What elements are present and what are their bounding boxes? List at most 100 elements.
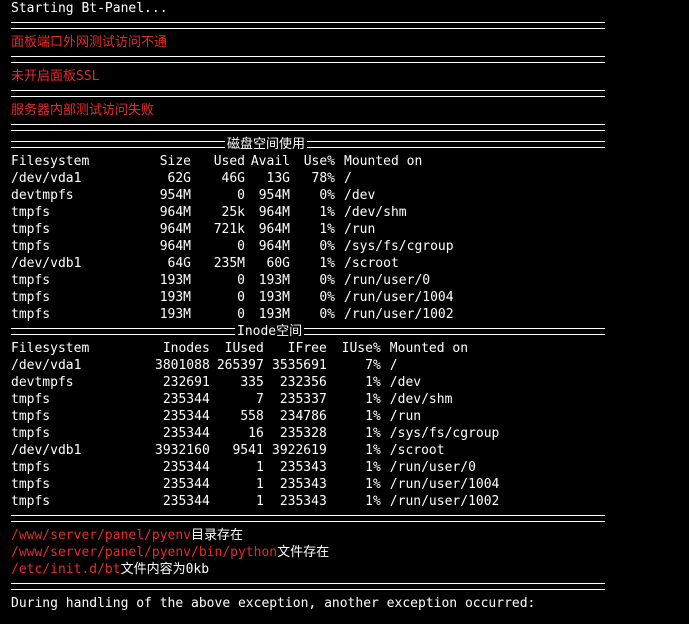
cell-iuse-percent: 7% — [365, 358, 381, 373]
header-used: Used — [213, 154, 245, 169]
cell-iuse-percent: 1% — [365, 460, 381, 475]
cell-ifree: 235337 — [279, 392, 327, 407]
cell-use-percent: 0% — [319, 273, 335, 288]
cell-iuse-percent: 1% — [365, 443, 381, 458]
cell-iuse-percent: 1% — [365, 494, 381, 509]
header-filesystem: Filesystem — [11, 154, 90, 169]
cell-filesystem: /dev/vdb1 — [11, 256, 82, 271]
disk-section-title: 磁盘空间使用 — [11, 136, 605, 153]
table-row: tmpfs 235344 1 235343 1% /run/user/0 — [11, 459, 499, 476]
cell-mounted-on: /scroot — [389, 443, 445, 458]
cell-inodes: 235344 — [162, 477, 210, 492]
pyenv-path: /www/server/panel/pyenv — [11, 528, 192, 543]
cell-mounted-on: /run/user/0 — [344, 273, 431, 288]
inode-header-row: Filesystem Inodes IUsed IFree IUse% Moun… — [11, 340, 499, 357]
cell-inodes: 235344 — [162, 460, 210, 475]
inode-section-title: Inode空间 — [11, 323, 605, 340]
cell-mounted-on: /dev — [389, 375, 422, 390]
pyenv-status: 目录存在 — [191, 528, 244, 543]
cell-size: 193M — [159, 307, 191, 322]
cell-inodes: 235344 — [162, 494, 210, 509]
header-mounted-on: Mounted on — [344, 154, 423, 169]
cell-use-percent: 78% — [311, 171, 335, 186]
disk-title-text: 磁盘空间使用 — [227, 137, 306, 152]
cell-used: 0 — [237, 307, 245, 322]
header-iuse-percent: IUse% — [341, 341, 381, 356]
cell-mounted-on: /run — [389, 409, 422, 424]
table-row: tmpfs 964M 25k 964M 1% /dev/shm — [11, 204, 454, 221]
cell-size: 964M — [159, 239, 191, 254]
cell-filesystem: /dev/vda1 — [11, 171, 82, 186]
header-avail: Avail — [250, 154, 290, 169]
cell-ifree: 235328 — [279, 426, 327, 441]
cell-mounted-on: /scroot — [344, 256, 399, 271]
cell-filesystem: tmpfs — [11, 460, 51, 475]
table-row: tmpfs 235344 16 235328 1% /sys/fs/cgroup — [11, 425, 499, 442]
table-row: /dev/vda1 3801088 265397 3535691 7% / — [11, 357, 499, 374]
cell-filesystem: tmpfs — [11, 477, 51, 492]
starting-line: Starting Bt-Panel... — [11, 1, 168, 16]
cell-ifree: 234786 — [279, 409, 327, 424]
inode-title-text: Inode空间 — [237, 324, 303, 339]
python-status-line: /www/server/panel/pyenv/bin/python文件存在 — [11, 544, 689, 561]
cell-avail: 193M — [258, 290, 290, 305]
cell-mounted-on: /dev/shm — [344, 205, 407, 220]
cell-mounted-on: /dev — [344, 188, 376, 203]
cell-use-percent: 0% — [319, 307, 335, 322]
header-size: Size — [159, 154, 191, 169]
cell-iuse-percent: 1% — [365, 426, 381, 441]
cell-inodes: 235344 — [162, 409, 210, 424]
disk-usage-table: Filesystem Size Used Avail Use% Mounted … — [11, 153, 454, 323]
table-row: tmpfs 235344 558 234786 1% /run — [11, 408, 499, 425]
cell-mounted-on: /run/user/1004 — [344, 290, 454, 305]
header-iused: IUsed — [224, 341, 264, 356]
cell-size: 193M — [159, 273, 191, 288]
cell-iuse-percent: 1% — [365, 392, 381, 407]
separator-rule — [11, 119, 689, 136]
separator-rule — [11, 17, 689, 34]
table-row: /dev/vda1 62G 46G 13G 78% / — [11, 170, 454, 187]
cell-used: 25k — [221, 205, 245, 220]
cell-filesystem: tmpfs — [11, 290, 51, 305]
table-row: tmpfs 964M 0 964M 0% /sys/fs/cgroup — [11, 238, 454, 255]
table-row: tmpfs 193M 0 193M 0% /run/user/1002 — [11, 306, 454, 323]
cell-avail: 60G — [266, 256, 290, 271]
cell-iused: 265397 — [216, 358, 264, 373]
inode-usage-table: Filesystem Inodes IUsed IFree IUse% Moun… — [11, 340, 499, 510]
cell-filesystem: devtmpfs — [11, 188, 74, 203]
port-fail-message: 面板端口外网测试访问不通 — [11, 35, 168, 50]
initd-status: 文件内容为0kb — [120, 562, 210, 577]
cell-iused: 1 — [255, 460, 264, 475]
separator-rule — [11, 578, 689, 595]
cell-used: 235M — [213, 256, 245, 271]
cell-mounted-on: /run/user/0 — [389, 460, 476, 475]
table-row: devtmpfs 954M 0 954M 0% /dev — [11, 187, 454, 204]
cell-filesystem: tmpfs — [11, 392, 51, 407]
cell-used: 0 — [237, 239, 245, 254]
cell-inodes: 235344 — [162, 426, 210, 441]
ssl-message: 未开启面板SSL — [11, 69, 100, 84]
python-path: /www/server/panel/pyenv/bin/python — [11, 545, 278, 560]
disk-header-row: Filesystem Size Used Avail Use% Mounted … — [11, 153, 454, 170]
cell-used: 721k — [213, 222, 245, 237]
cell-size: 64G — [167, 256, 191, 271]
cell-mounted-on: /dev/shm — [389, 392, 453, 407]
cell-use-percent: 0% — [319, 188, 335, 203]
terminal-window[interactable]: Starting Bt-Panel... 面板端口外网测试访问不通 未开启面板S… — [0, 0, 689, 624]
cell-filesystem: tmpfs — [11, 426, 51, 441]
cell-iused: 16 — [248, 426, 264, 441]
cell-size: 964M — [159, 205, 191, 220]
initd-path: /etc/init.d/bt — [11, 562, 121, 577]
table-row: devtmpfs 232691 335 232356 1% /dev — [11, 374, 499, 391]
cell-size: 62G — [167, 171, 191, 186]
cell-mounted-on: /sys/fs/cgroup — [344, 239, 454, 254]
cell-mounted-on: /run/user/1002 — [344, 307, 454, 322]
cell-filesystem: tmpfs — [11, 239, 51, 254]
header-use-percent: Use% — [303, 154, 335, 169]
cell-iused: 558 — [240, 409, 264, 424]
cell-filesystem: tmpfs — [11, 409, 51, 424]
cell-filesystem: /dev/vda1 — [11, 358, 82, 373]
cell-avail: 964M — [258, 205, 290, 220]
cell-avail: 193M — [258, 307, 290, 322]
cell-avail: 964M — [258, 222, 290, 237]
